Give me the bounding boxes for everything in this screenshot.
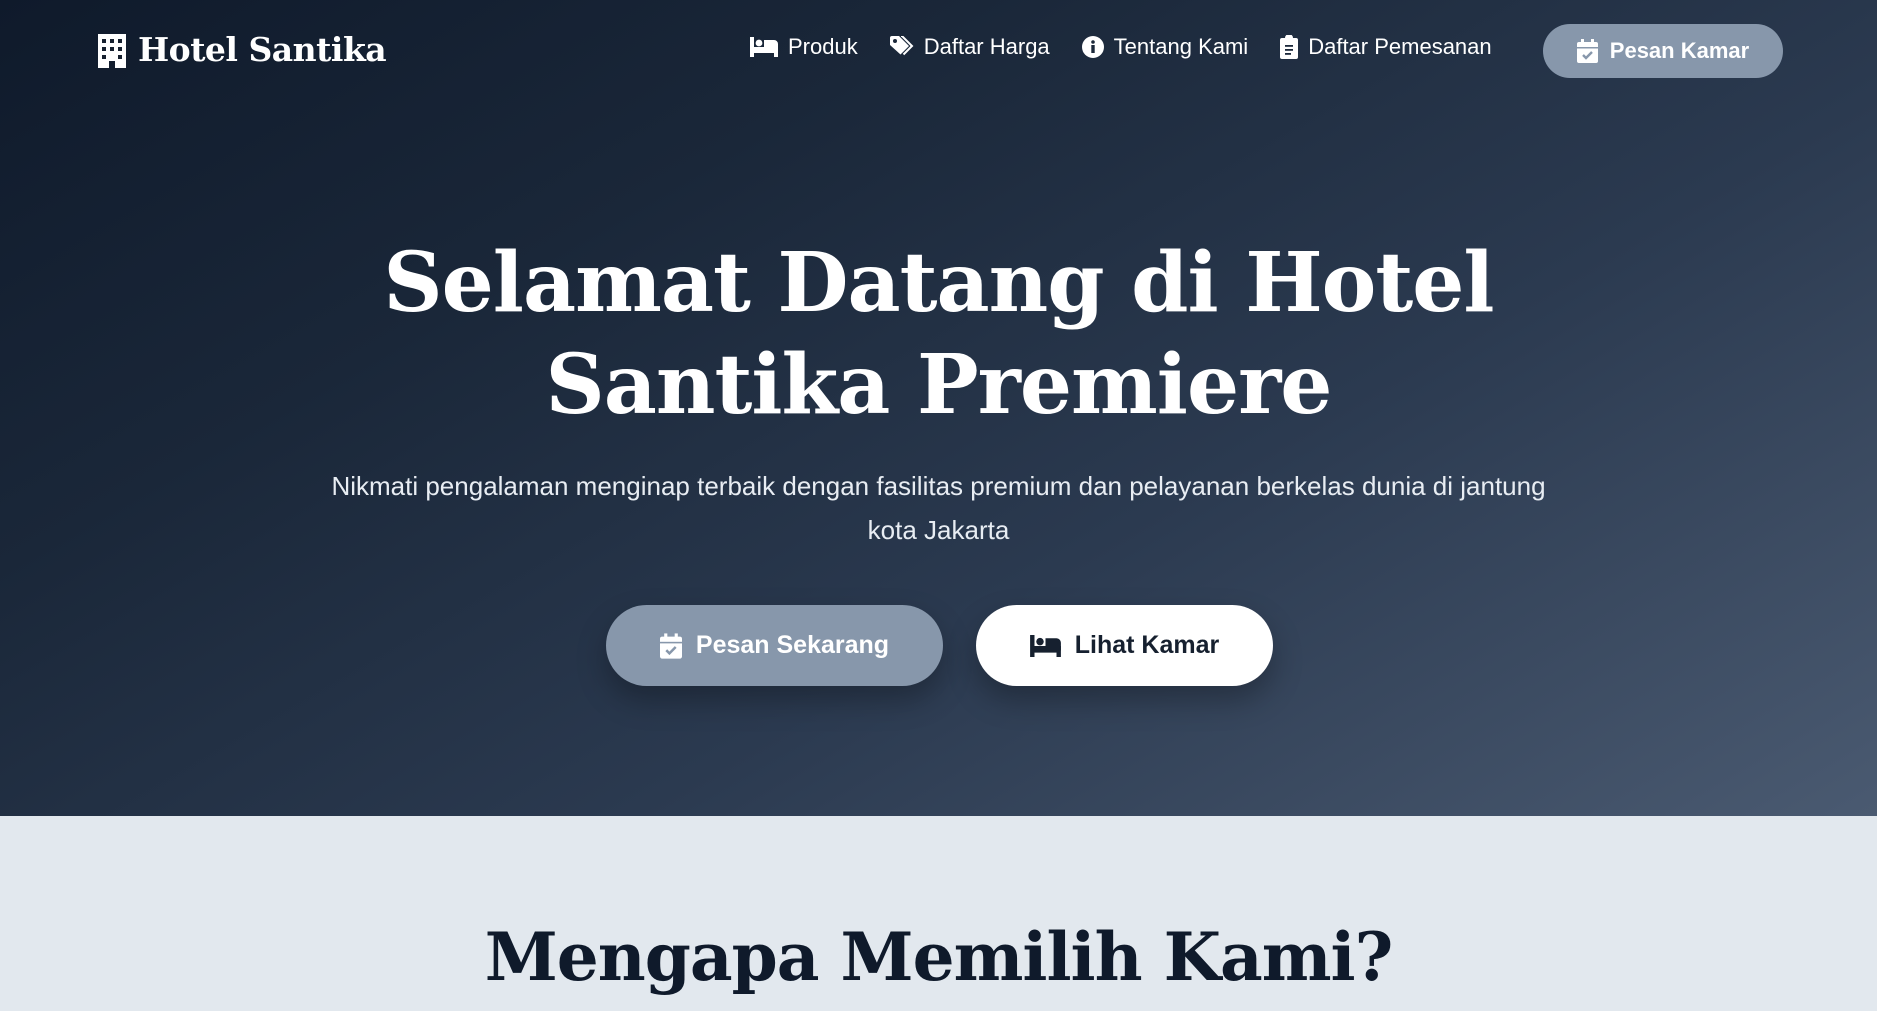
view-rooms-label: Lihat Kamar: [1074, 631, 1220, 659]
hero-subtitle: Nikmati pengalaman menginap terbaik deng…: [331, 471, 1546, 545]
book-room-button[interactable]: Pesan Kamar: [1543, 24, 1783, 78]
book-room-label: Pesan Kamar: [1609, 38, 1750, 63]
book-now-button[interactable]: Pesan Sekarang: [606, 605, 943, 686]
nav-links: Produk Daftar Harga Tentang Kami Daftar …: [750, 34, 1524, 60]
nav-item-daftar-harga[interactable]: Daftar Harga: [889, 34, 1050, 60]
nav-item-tentang-kami[interactable]: Tentang Kami: [1081, 34, 1249, 60]
nav-item-produk[interactable]: Produk: [750, 34, 858, 60]
calendar-check-icon: [1576, 39, 1598, 63]
hero-section: Hotel Santika Produk Daftar Harga Tentan…: [0, 0, 1877, 816]
nav-item-label: Daftar Pemesanan: [1308, 34, 1492, 59]
hero-title: Selamat Datang di Hotel Santika Premiere: [383, 235, 1494, 433]
nav-item-label: Produk: [788, 34, 858, 59]
nav-item-daftar-pemesanan[interactable]: Daftar Pemesanan: [1280, 34, 1492, 60]
nav-item-label: Tentang Kami: [1113, 34, 1249, 59]
bed-icon: [1029, 634, 1061, 657]
calendar-check-icon: [659, 632, 682, 659]
brand-name: Hotel Santika: [138, 30, 387, 69]
features-section-title: Mengapa Memilih Kami?: [484, 918, 1394, 996]
clipboard-icon: [1280, 35, 1299, 59]
info-circle-icon: [1081, 36, 1104, 58]
bed-icon: [750, 37, 778, 57]
book-now-label: Pesan Sekarang: [695, 631, 890, 659]
tags-icon: [889, 36, 914, 56]
brand-logo[interactable]: Hotel Santika: [96, 30, 387, 69]
nav-item-label: Daftar Harga: [923, 34, 1050, 59]
navbar: Hotel Santika Produk Daftar Harga Tentan…: [0, 0, 1877, 102]
hotel-building-icon: [98, 33, 126, 68]
view-rooms-button[interactable]: Lihat Kamar: [976, 605, 1273, 686]
